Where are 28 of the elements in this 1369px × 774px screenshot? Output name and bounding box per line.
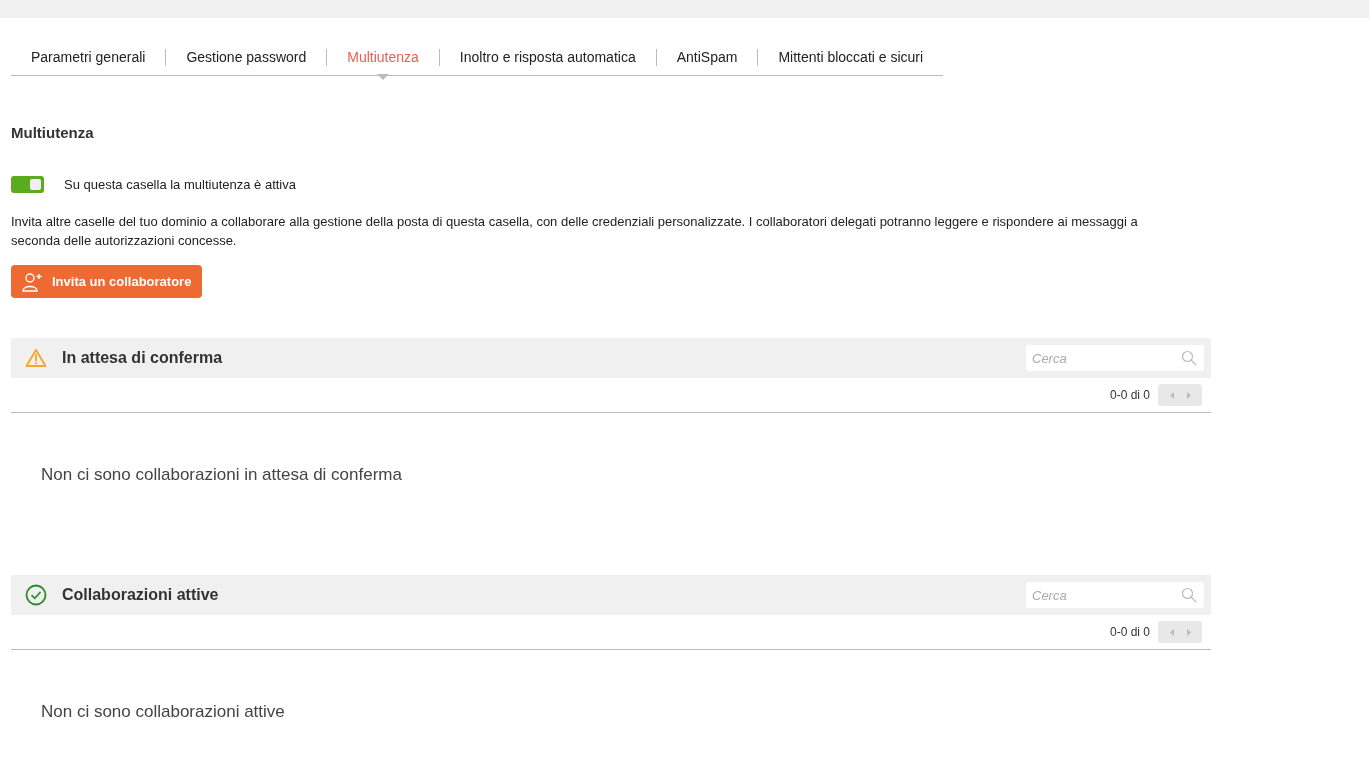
warning-icon — [25, 348, 47, 368]
description: Invita altre caselle del tuo dominio a collaborare alla gestione della posta di questa casella, con delle credenziali personalizzate. I collaboratori delegati potranno leggere e rispondere ai messaggi a seconda delle autorizzazioni concesse. — [11, 213, 1139, 250]
pagination-control[interactable] — [1158, 384, 1202, 406]
tab[interactable]: Parametri generali — [11, 46, 166, 68]
empty-message: Non ci sono collaborazioni attive — [41, 702, 285, 721]
tab[interactable]: Gestione password — [166, 46, 327, 68]
check-circle-icon — [25, 584, 47, 606]
next-arrow-icon[interactable] — [1185, 391, 1191, 399]
section-title: Multiutenza — [11, 123, 95, 143]
prev-arrow-icon[interactable] — [1169, 391, 1175, 399]
toggle-label: Su questa casella la multiutenza è attiva — [64, 175, 296, 194]
pagination-control[interactable] — [1158, 621, 1202, 643]
search-icon — [1181, 350, 1197, 366]
pagination-count: 0-0 di 0 — [1109, 624, 1150, 641]
pagination-count: 0-0 di 0 — [1109, 387, 1150, 404]
tab[interactable]: Mittenti bloccati e sicuri — [758, 46, 944, 68]
search-field[interactable]: Cerca — [1026, 345, 1204, 371]
search-icon — [1181, 587, 1197, 603]
panel-title: Collaborazioni attive — [62, 585, 220, 605]
panel-title: In attesa di conferma — [62, 348, 224, 368]
search-field[interactable]: Cerca — [1026, 582, 1204, 608]
toggle-switch[interactable] — [11, 175, 44, 193]
empty-message: Non ci sono collaborazioni in attesa di conferma — [41, 465, 402, 484]
tab[interactable]: AntiSpam — [656, 46, 758, 68]
add-user-icon — [22, 271, 44, 292]
tab[interactable]: Inoltro e risposta automatica — [439, 46, 656, 68]
next-arrow-icon[interactable] — [1185, 628, 1191, 636]
prev-arrow-icon[interactable] — [1169, 628, 1175, 636]
